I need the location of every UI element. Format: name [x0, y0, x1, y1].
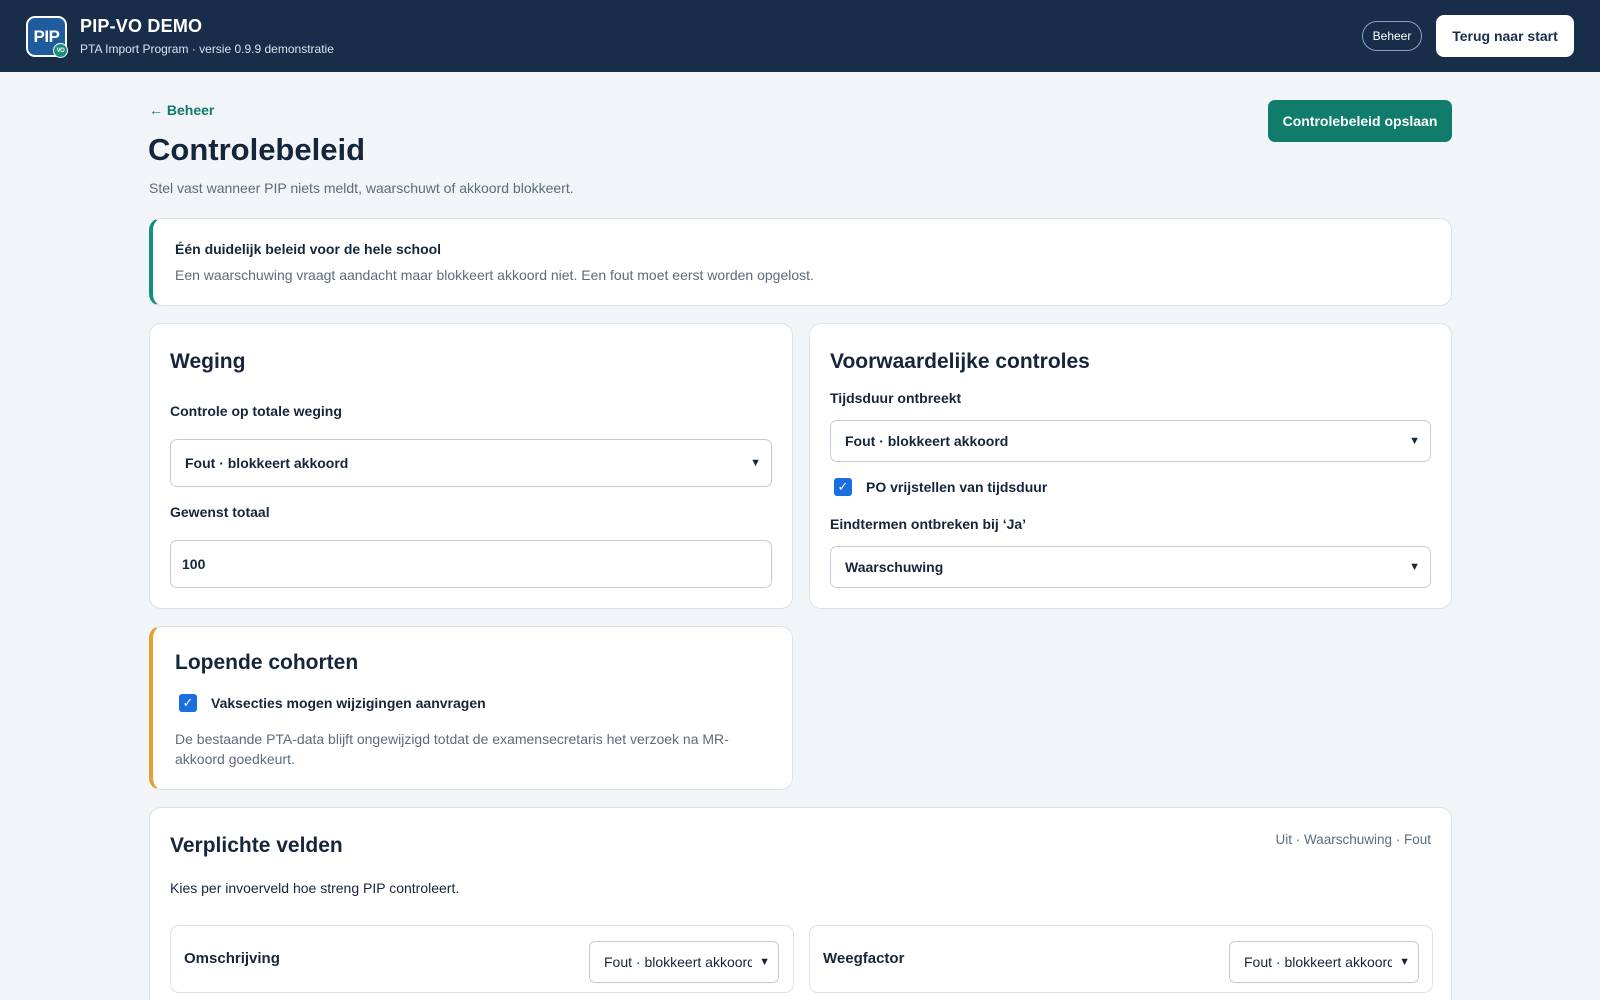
info-text: Een waarschuwing vraagt aandacht maar bl… [175, 267, 814, 283]
total-check-select[interactable]: Fout · blokkeert akkoord ▼ [170, 439, 772, 487]
weging-card: Weging Controle op totale weging Fout · … [149, 323, 793, 609]
chevron-down-icon: ▼ [1409, 435, 1420, 447]
page-title: Controlebeleid [148, 132, 366, 167]
app-logo: PIP VO [26, 16, 68, 58]
required-field-value: Fout · blokkeert akkoord [1244, 954, 1392, 970]
po-exempt-row: ✓ PO vrijstellen van tijdsduur [834, 478, 1047, 496]
duration-missing-label: Tijdsduur ontbreekt [830, 390, 962, 406]
po-exempt-checkbox[interactable]: ✓ [834, 478, 852, 496]
top-bar: PIP VO PIP-VO DEMO PTA Import Program · … [0, 0, 1600, 72]
required-field-select[interactable]: Fout · blokkeert akkoord ▼ [589, 941, 779, 983]
chevron-down-icon: ▼ [1409, 561, 1420, 573]
chevron-down-icon: ▼ [1399, 956, 1410, 968]
cohorts-title: Lopende cohorten [175, 651, 359, 674]
po-exempt-label: PO vrijstellen van tijdsduur [866, 479, 1048, 495]
required-description: Kies per invoerveld hoe streng PIP contr… [170, 880, 460, 896]
required-field-value: Fout · blokkeert akkoord [604, 954, 752, 970]
info-card: Één duidelijk beleid voor de hele school… [149, 218, 1452, 306]
cohorts-note: De bestaande PTA-data blijft ongewijzigd… [175, 731, 729, 767]
required-title: Verplichte velden [170, 834, 343, 857]
total-check-value: Fout · blokkeert akkoord [185, 455, 349, 471]
app-subtitle: PTA Import Program · versie 0.9.9 demons… [80, 42, 334, 56]
page-description: Stel vast wanneer PIP niets meldt, waars… [149, 180, 574, 196]
conditional-title: Voorwaardelijke controles [830, 350, 1090, 373]
app-title: PIP-VO DEMO [80, 16, 203, 36]
required-field-label: Weegfactor [823, 950, 905, 967]
back-to-start-button[interactable]: Terug naar start [1436, 15, 1574, 57]
required-fields-card: Verplichte velden Uit · Waarschuwing · F… [149, 807, 1452, 1000]
cohorts-card: Lopende cohorten ✓ Vaksecties mogen wijz… [149, 626, 793, 790]
required-field-item: Weegfactor Fout · blokkeert akkoord ▼ [809, 925, 1433, 993]
required-field-label: Omschrijving [184, 950, 280, 967]
duration-missing-value: Fout · blokkeert akkoord [845, 433, 1009, 449]
endterms-missing-value: Waarschuwing [845, 559, 944, 575]
weging-title: Weging [170, 350, 246, 373]
change-request-checkbox[interactable]: ✓ [179, 694, 197, 712]
severity-legend: Uit · Waarschuwing · Fout [1275, 832, 1431, 847]
endterms-missing-label: Eindtermen ontbreken bij ‘Ja’ [830, 516, 1027, 532]
endterms-missing-select[interactable]: Waarschuwing ▼ [830, 546, 1431, 588]
duration-missing-select[interactable]: Fout · blokkeert akkoord ▼ [830, 420, 1431, 462]
chevron-down-icon: ▼ [759, 956, 770, 968]
change-request-row: ✓ Vaksecties mogen wijzigingen aanvragen [179, 694, 486, 712]
save-policy-button[interactable]: Controlebeleid opslaan [1268, 100, 1452, 142]
required-field-item: Omschrijving Fout · blokkeert akkoord ▼ [170, 925, 794, 993]
beheer-button[interactable]: Beheer [1362, 21, 1422, 51]
logo-badge: VO [53, 43, 68, 58]
required-field-select[interactable]: Fout · blokkeert akkoord ▼ [1229, 941, 1419, 983]
back-link[interactable]: ← Beheer [149, 102, 214, 118]
desired-total-input[interactable]: 100 [170, 540, 772, 588]
desired-total-label: Gewenst totaal [170, 504, 270, 520]
change-request-label: Vaksecties mogen wijzigingen aanvragen [211, 695, 486, 711]
total-check-label: Controle op totale weging [170, 403, 342, 419]
info-title: Één duidelijk beleid voor de hele school [175, 241, 442, 257]
chevron-down-icon: ▼ [750, 457, 761, 469]
conditional-checks-card: Voorwaardelijke controles Tijdsduur ontb… [809, 323, 1452, 609]
